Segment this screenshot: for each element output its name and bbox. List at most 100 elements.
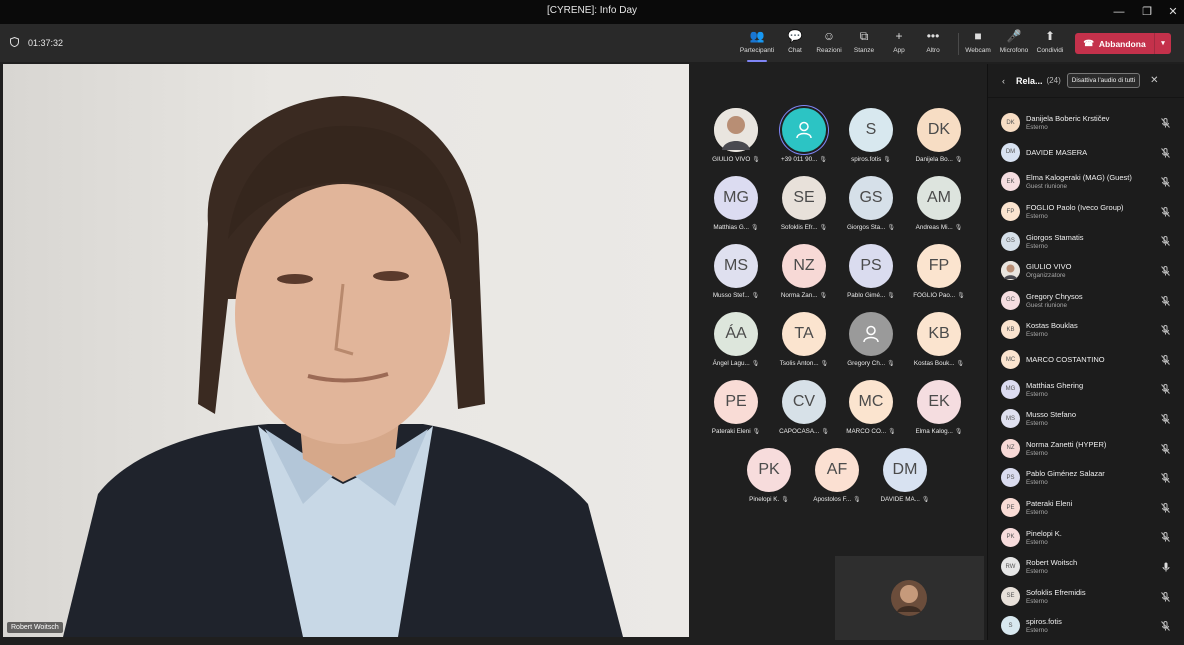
gallery-tile-apostolos-f[interactable]: AF Apostolos F... 🎙 (805, 448, 869, 510)
mic-off-icon[interactable] (1161, 532, 1170, 544)
gallery-tile-spiros-fotis[interactable]: Sspiros.fotis 🎙 (839, 108, 903, 170)
gallery-tile-pablo-gime[interactable]: PS Pablo Gimé... 🎙 (839, 244, 903, 306)
back-icon[interactable]: ‹ (1002, 76, 1012, 86)
share-button[interactable]: ⬆ Condividi (1030, 29, 1070, 59)
gallery-tile-pateraki-eleni[interactable]: PE Pateraki Eleni 🎙 (704, 380, 768, 442)
rooms-button[interactable]: ⧉ Stanze (844, 29, 884, 59)
reaction-icon: ☺ (822, 29, 836, 43)
gallery-tile-sofoklis-efr[interactable]: SE Sofoklis Efr... 🎙 (772, 176, 836, 238)
gallery-tile-capocasa[interactable]: CV CAPOCASA... 🎙 (772, 380, 836, 442)
participant-text: Matthias Ghering Esterno (1026, 381, 1083, 398)
gallery-tile-giorgos-sta[interactable]: GS Giorgos Sta... 🎙 (839, 176, 903, 238)
restore-button[interactable]: ❐ (1134, 2, 1160, 22)
mic-off-icon[interactable] (1161, 502, 1170, 515)
participant-row-pablo-gimenez-salazar[interactable]: PS Pablo Giménez Salazar Esterno (988, 463, 1184, 493)
more-button[interactable]: ••• Altro (913, 29, 953, 59)
gallery-tile-matthias-g[interactable]: MG Matthias G... 🎙 (704, 176, 768, 238)
mute-all-button[interactable]: Disattiva l'audio di tutti (1066, 73, 1141, 88)
mic-off-icon[interactable] (1161, 295, 1170, 308)
mic-off-icon[interactable] (1161, 147, 1170, 160)
gallery-tile-angel-lagu[interactable]: ÁA Ángel Lagu... 🎙 (704, 312, 768, 374)
mic-off-icon[interactable] (1161, 591, 1170, 604)
participant-row-robert-woitsch[interactable]: RW Robert Woitsch Esterno (988, 552, 1184, 582)
participant-avatar: PS (1001, 468, 1020, 488)
mic-off-icon[interactable] (1161, 206, 1170, 219)
gallery-tile-tsolis-anton[interactable]: TA Tsolis Anton... 🎙 (772, 312, 836, 374)
leave-button[interactable]: ☎ Abbandona (1075, 33, 1154, 54)
leave-dropdown-button[interactable]: ▾ (1154, 33, 1171, 54)
participants-button[interactable]: 👥 Partecipanti (737, 29, 777, 62)
people-icon: 👥 (749, 29, 765, 43)
participant-text: Musso Stefano Esterno (1026, 410, 1076, 427)
gallery-tile-davide-ma[interactable]: DM DAVIDE MA... 🎙 (873, 448, 937, 510)
mic-off-icon[interactable] (1161, 325, 1170, 337)
participant-avatar: EK (1001, 172, 1020, 192)
participant-name: spiros.fotis (1026, 617, 1062, 627)
minimize-button[interactable]: — (1106, 2, 1132, 22)
mic-off-icon[interactable] (1161, 473, 1170, 485)
mic-on-icon[interactable] (1162, 562, 1170, 574)
participant-row-danijela-boberic-krsticev[interactable]: DK Danijela Boberic Krstičev Esterno (988, 108, 1184, 138)
participant-row-kostas-bouklas[interactable]: KB Kostas Bouklas Esterno (988, 315, 1184, 345)
gallery-tile-norma-zan[interactable]: NZ Norma Zan... 🎙 (772, 244, 836, 306)
gallery-tile-musso-stef[interactable]: MS Musso Stef... 🎙 (704, 244, 768, 306)
participant-row-giulio-vivo[interactable]: GIULIO VIVO Organizzatore (988, 256, 1184, 286)
participant-row-spiros-fotis[interactable]: Sspiros.fotis Esterno (988, 611, 1184, 641)
participant-row-foglio-paolo-iveco-group[interactable]: FP FOGLIO Paolo (Iveco Group) Esterno (988, 197, 1184, 227)
participant-text: Pateraki Eleni Esterno (1026, 499, 1072, 516)
gallery-tile-elma-kalog[interactable]: EK Elma Kalog... 🎙 (907, 380, 971, 442)
participant-row-pinelopi-k[interactable]: PK Pinelopi K. Esterno (988, 522, 1184, 552)
self-view[interactable] (835, 556, 984, 640)
participant-text: Kostas Bouklas Esterno (1026, 321, 1078, 338)
gallery-tile-marco-co[interactable]: MC MARCO CO... 🎙 (839, 380, 903, 442)
title-bar: [CYRENE]: Info Day — ❐ ✕ (0, 0, 1184, 24)
gallery-tile-andreas-mi[interactable]: AM Andreas Mi... 🎙 (907, 176, 971, 238)
mic-off-icon: 🎙 (752, 429, 761, 435)
participant-row-davide-masera[interactable]: DM DAVIDE MASERA (988, 138, 1184, 168)
participant-avatar: MC (849, 380, 893, 424)
participant-name: GIULIO VIVO (712, 156, 751, 163)
gallery-tile-foglio-pao[interactable]: FP FOGLIO Pao... 🎙 (907, 244, 971, 306)
close-window-button[interactable]: ✕ (1160, 2, 1184, 22)
participant-name: Musso Stef... (712, 292, 750, 299)
gallery-tile-39-011-90[interactable]: +39 011 90... 🎙 (772, 108, 836, 170)
participant-row-pateraki-eleni[interactable]: PE Pateraki Eleni Esterno (988, 493, 1184, 523)
participant-row-marco-costantino[interactable]: MC MARCO COSTANTINO (988, 345, 1184, 375)
mic-off-icon[interactable] (1161, 384, 1170, 396)
gallery-tile-danijela-bo[interactable]: DK Danijela Bo... 🎙 (907, 108, 971, 170)
mic-off-icon[interactable] (1161, 265, 1170, 278)
gallery-tile-giulio-vivo[interactable]: GIULIO VIVO 🎙 (704, 108, 768, 170)
participant-row-norma-zanetti-hyper[interactable]: NZ Norma Zanetti (HYPER) Esterno (988, 434, 1184, 464)
mic-off-icon[interactable] (1161, 177, 1170, 189)
tile-name-row: +39 011 90... 🎙 (772, 156, 836, 163)
gallery-tile-pinelopi-k[interactable]: PK Pinelopi K. 🎙 (737, 448, 801, 510)
mic-off-icon[interactable] (1161, 621, 1170, 633)
participant-text: Elma Kalogeraki (MAG) (Guest) Guest riuni… (1026, 173, 1132, 190)
mic-off-icon[interactable] (1161, 118, 1170, 130)
participant-role: Organizzatore (1026, 272, 1066, 280)
participant-row-sofoklis-efremidis[interactable]: SE Sofoklis Efremidis Esterno (988, 582, 1184, 612)
participant-row-giorgos-stamatis[interactable]: GS Giorgos Stamatis Esterno (988, 226, 1184, 256)
speaker-video[interactable]: Robert Woitsch (3, 64, 689, 637)
mic-off-icon[interactable] (1161, 413, 1170, 426)
webcam-button[interactable]: ■ Webcam (958, 29, 998, 59)
mic-off-icon[interactable] (1161, 236, 1170, 248)
gallery-tile-gregory-ch[interactable]: Gregory Ch... 🎙 (839, 312, 903, 374)
gallery-tile-kostas-bouk[interactable]: KB Kostas Bouk... 🎙 (907, 312, 971, 374)
mic-off-icon: 🎙 (883, 157, 891, 163)
participant-role: Guest riunione (1026, 301, 1067, 309)
tile-name-row: Gregory Ch... 🎙 (839, 360, 903, 367)
close-icon[interactable]: ✕ (1150, 75, 1158, 86)
participant-name: Norma Zanetti (HYPER) (1026, 439, 1107, 449)
participant-role: Esterno (1026, 597, 1048, 605)
participant-row-matthias-ghering[interactable]: MG Matthias Ghering Esterno (988, 374, 1184, 404)
microphone-button[interactable]: 🎤 Microfono (994, 29, 1034, 59)
mic-off-icon[interactable] (1161, 354, 1170, 367)
mic-off-icon[interactable] (1161, 443, 1170, 456)
participant-row-elma-kalogeraki-mag-guest[interactable]: EK Elma Kalogeraki (MAG) (Guest) Guest riu… (988, 167, 1184, 197)
reactions-button[interactable]: ☺ Reazioni (809, 29, 849, 59)
participant-row-musso-stefano[interactable]: MS Musso Stefano Esterno (988, 404, 1184, 434)
participant-name: Kostas Bouk... (913, 360, 955, 367)
tile-name-row: Danijela Bo... 🎙 (907, 156, 971, 163)
participant-row-gregory-chrysos[interactable]: GC Gregory Chrysos Guest riunione (988, 286, 1184, 316)
